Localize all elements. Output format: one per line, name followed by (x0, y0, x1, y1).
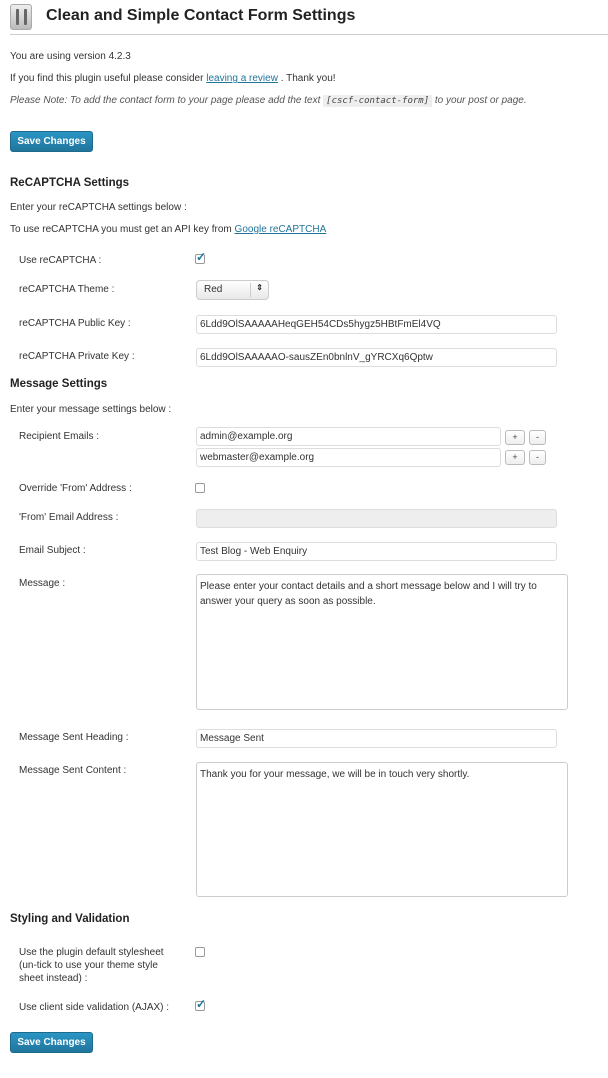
shortcode: [cscf-contact-form] (323, 95, 433, 107)
recaptcha-heading: ReCAPTCHA Settings (10, 177, 130, 189)
remove-recipient-button[interactable]: - (529, 450, 546, 465)
ajax-checkbox[interactable]: ✓ (195, 997, 206, 1011)
override-from-checkbox[interactable] (195, 483, 205, 493)
message-label: Message : (19, 578, 66, 589)
from-email-label: 'From' Email Address : (19, 512, 119, 523)
leaving-review-link[interactable]: leaving a review (206, 73, 278, 84)
recaptcha-intro: Enter your reCAPTCHA settings below : (10, 202, 187, 213)
override-from-label: Override 'From' Address : (19, 483, 132, 494)
add-recipient-button[interactable]: + (505, 450, 525, 465)
page-title: Clean and Simple Contact Form Settings (46, 7, 356, 24)
use-recaptcha-checkbox[interactable]: ✓ (195, 250, 206, 264)
checkmark-icon: ✓ (196, 997, 207, 1011)
message-settings-heading: Message Settings (10, 378, 108, 390)
public-key-label: reCAPTCHA Public Key : (19, 318, 131, 329)
ajax-label: Use client side validation (AJAX) : (19, 1002, 170, 1013)
stylesheet-label: Use the plugin default stylesheet (un-ti… (19, 947, 164, 984)
message-textarea[interactable]: Please enter your contact details and a … (196, 574, 568, 710)
public-key-input[interactable]: 6Ldd9OlSAAAAAHeqGEH54CDs5hygz5HBtFmEl4VQ (196, 315, 557, 334)
recaptcha-theme-select[interactable]: Red ⇕ (196, 280, 269, 300)
review-text: If you find this plugin useful please co… (10, 73, 336, 84)
email-subject-input[interactable]: Test Blog - Web Enquiry (196, 542, 557, 561)
sent-content-label: Message Sent Content : (19, 765, 127, 776)
checkmark-icon: ✓ (196, 250, 207, 264)
stylesheet-checkbox[interactable] (195, 947, 205, 957)
save-changes-button[interactable]: Save Changes (10, 1032, 93, 1053)
private-key-input[interactable]: 6Ldd9OlSAAAAAO-sausZEn0bnlnV_gYRCXq6Qptw (196, 348, 557, 367)
sent-heading-label: Message Sent Heading : (19, 732, 129, 743)
shortcode-note: Please Note: To add the contact form to … (10, 95, 527, 107)
message-intro: Enter your message settings below : (10, 404, 172, 415)
recipient-email-input[interactable]: webmaster@example.org (196, 448, 501, 467)
divider (10, 34, 608, 35)
save-changes-button[interactable]: Save Changes (10, 131, 93, 152)
select-arrows-icon: ⇕ (256, 283, 263, 292)
styling-heading: Styling and Validation (10, 913, 130, 925)
settings-sliders-icon (10, 4, 32, 30)
recipient-email-input[interactable]: admin@example.org (196, 427, 501, 446)
google-recaptcha-link[interactable]: Google reCAPTCHA (235, 224, 327, 235)
version-text: You are using version 4.2.3 (10, 51, 131, 62)
recipient-emails-label: Recipient Emails : (19, 431, 100, 442)
recaptcha-api-text: To use reCAPTCHA you must get an API key… (10, 224, 327, 235)
recaptcha-theme-label: reCAPTCHA Theme : (19, 284, 115, 295)
add-recipient-button[interactable]: + (505, 430, 525, 445)
use-recaptcha-label: Use reCAPTCHA : (19, 255, 102, 266)
sent-heading-input[interactable]: Message Sent (196, 729, 557, 748)
remove-recipient-button[interactable]: - (529, 430, 546, 445)
sent-content-textarea[interactable]: Thank you for your message, we will be i… (196, 762, 568, 897)
private-key-label: reCAPTCHA Private Key : (19, 351, 135, 362)
email-subject-label: Email Subject : (19, 545, 86, 556)
from-email-input[interactable] (196, 509, 557, 528)
